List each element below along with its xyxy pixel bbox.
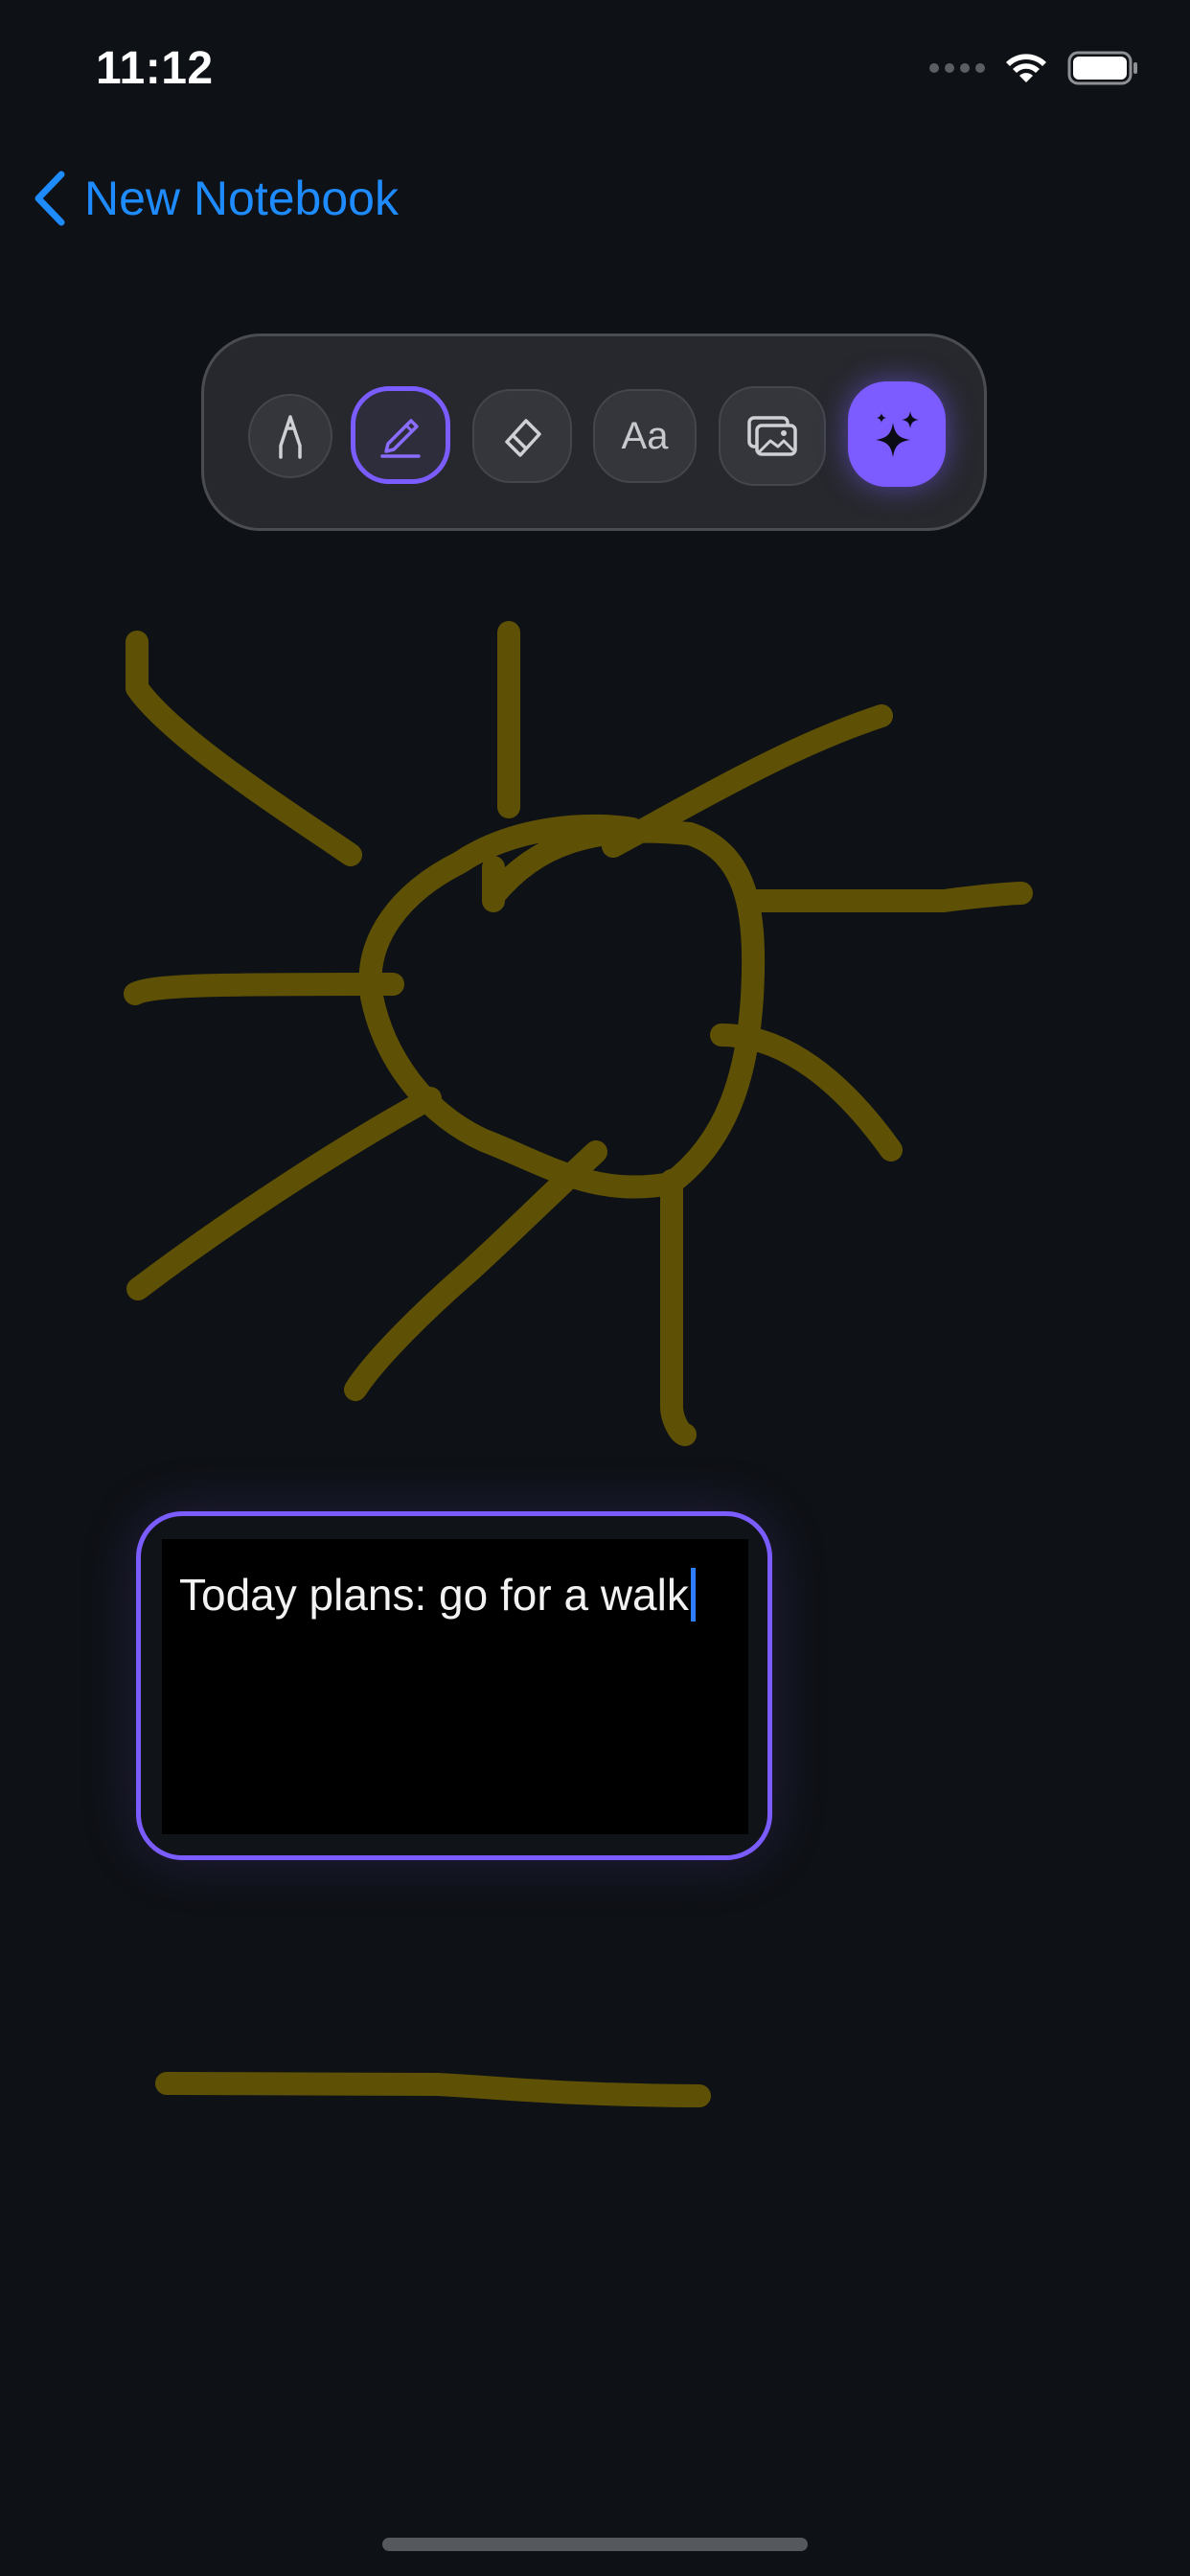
- text-box-content: Today plans: go for a walk: [179, 1570, 689, 1620]
- sun-ray-lower-left: [126, 1087, 442, 1300]
- text-cursor: [690, 1568, 696, 1622]
- sun-ray-top-right: [602, 704, 893, 858]
- sun-ray-bottom-left: [344, 1140, 607, 1401]
- sun-circle-stroke: [358, 814, 766, 1199]
- text-box[interactable]: Today plans: go for a walk: [136, 1511, 772, 1860]
- sun-ray-bottom: [659, 1169, 697, 1446]
- sun-ray-top-left: [126, 631, 362, 866]
- sun-ray-left: [124, 973, 404, 1005]
- text-box-editor[interactable]: Today plans: go for a walk: [162, 1539, 748, 1834]
- home-indicator[interactable]: [382, 2538, 808, 2551]
- underline-stroke: [155, 2072, 711, 2107]
- sun-drawing: [124, 621, 1033, 2107]
- sun-ray-right: [737, 882, 1033, 912]
